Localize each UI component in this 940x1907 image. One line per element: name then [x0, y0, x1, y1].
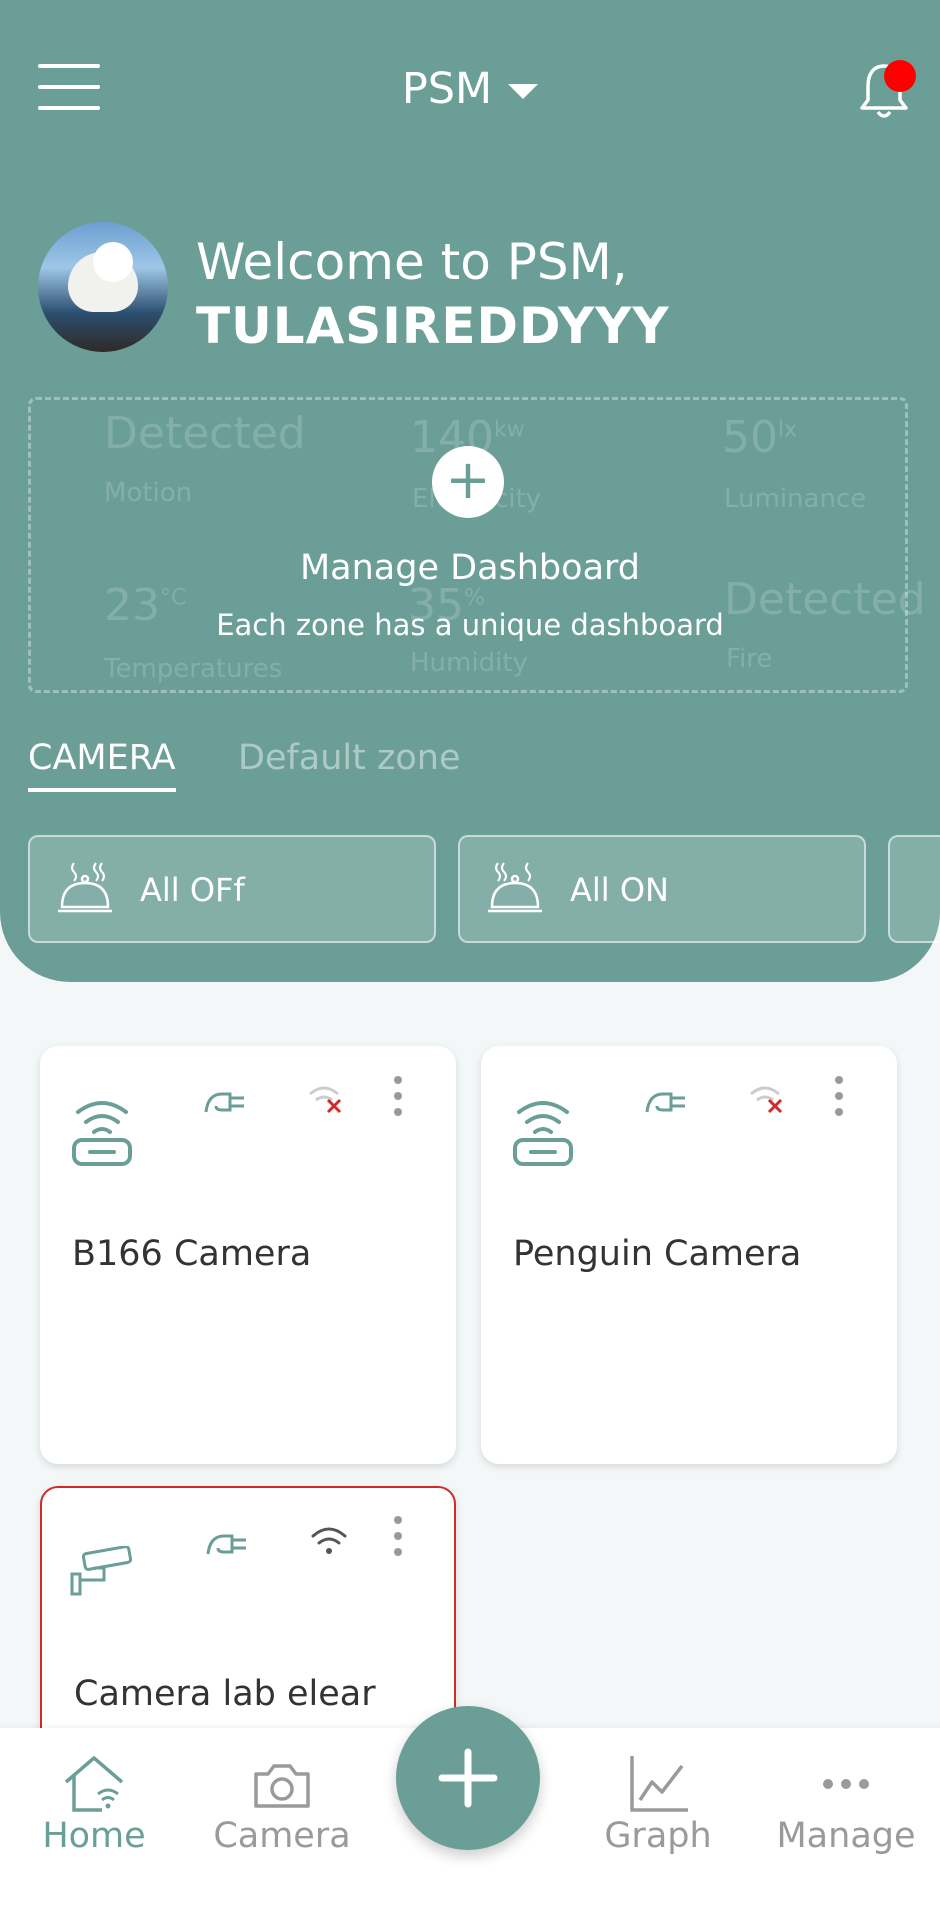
header-panel: PSM Welcome to PSM, TULASIREDDYYY Detect…	[0, 0, 940, 982]
manage-dashboard-title: Manage Dashboard	[299, 548, 641, 588]
stat-luminance-unit: lx	[778, 417, 798, 443]
add-dashboard-button[interactable]: +	[432, 446, 504, 518]
manage-dashboard-subtitle: Each zone has a unique dashboard	[216, 608, 724, 642]
device-card[interactable]: B166 Camera	[40, 1046, 456, 1464]
tab-camera[interactable]: CAMERA	[28, 738, 176, 792]
router-icon	[72, 1101, 132, 1166]
avatar[interactable]	[38, 222, 168, 352]
plug-icon	[645, 1092, 685, 1113]
notification-badge	[884, 60, 916, 92]
service-bell-icon	[58, 862, 112, 913]
wifi-off-icon	[309, 1086, 342, 1114]
tab-default-zone[interactable]: Default zone	[238, 738, 461, 778]
all-off-button[interactable]: All OFf	[28, 835, 436, 943]
more-options-icon[interactable]	[835, 1076, 845, 1124]
device-name: Penguin Camera	[513, 1234, 802, 1274]
plug-icon	[206, 1534, 246, 1555]
caret-down-icon	[508, 84, 539, 99]
cctv-camera-icon	[70, 1546, 133, 1596]
plus-icon	[438, 1748, 498, 1808]
router-icon	[513, 1101, 573, 1166]
more-options-icon[interactable]	[394, 1076, 404, 1124]
avatar-dog-head	[93, 242, 133, 282]
welcome-text: Welcome to PSM, TULASIREDDYYY	[196, 230, 670, 358]
all-off-label: All OFf	[140, 871, 245, 909]
stat-electricity-unit: kw	[493, 417, 525, 443]
device-card-highlighted[interactable]: Camera lab elear	[40, 1486, 456, 1746]
home-wifi-icon	[64, 1756, 124, 1812]
stat-motion-value: Detected	[104, 408, 306, 459]
site-selector[interactable]: PSM	[0, 64, 940, 114]
all-on-button[interactable]: All ON	[458, 835, 866, 943]
add-device-fab[interactable]	[396, 1706, 540, 1850]
graph-icon	[630, 1756, 688, 1812]
stat-temperature-unit: °C	[160, 585, 187, 611]
wifi-icon	[311, 1527, 347, 1554]
nav-camera-label: Camera	[213, 1816, 351, 1856]
more-options-icon[interactable]	[394, 1516, 404, 1564]
more-horizontal-icon	[823, 1779, 869, 1789]
user-name: TULASIREDDYYY	[196, 297, 670, 355]
nav-home-label: Home	[42, 1816, 146, 1856]
stat-temperature-label: Temperatures	[104, 654, 283, 684]
service-bell-icon	[488, 862, 542, 913]
camera-icon	[254, 1764, 310, 1808]
stat-humidity-unit: %	[464, 585, 485, 611]
welcome-line: Welcome to PSM,	[196, 233, 628, 291]
all-on-label: All ON	[570, 871, 669, 909]
plug-icon	[204, 1092, 244, 1113]
site-title: PSM	[401, 64, 493, 114]
device-name: B166 Camera	[72, 1234, 312, 1274]
stat-luminance-value: 50lx	[722, 412, 798, 463]
nav-graph-label: Graph	[604, 1816, 712, 1856]
device-card[interactable]: Penguin Camera	[481, 1046, 897, 1464]
wifi-off-icon	[750, 1086, 783, 1114]
stat-luminance-label: Luminance	[724, 484, 867, 514]
stat-fire-label: Fire	[726, 644, 773, 674]
nav-manage-label: Manage	[776, 1816, 916, 1856]
stat-motion-label: Motion	[104, 478, 193, 508]
device-name: Camera lab elear	[74, 1674, 376, 1714]
stat-humidity-label: Humidity	[410, 648, 528, 678]
more-actions-button[interactable]	[888, 835, 940, 943]
